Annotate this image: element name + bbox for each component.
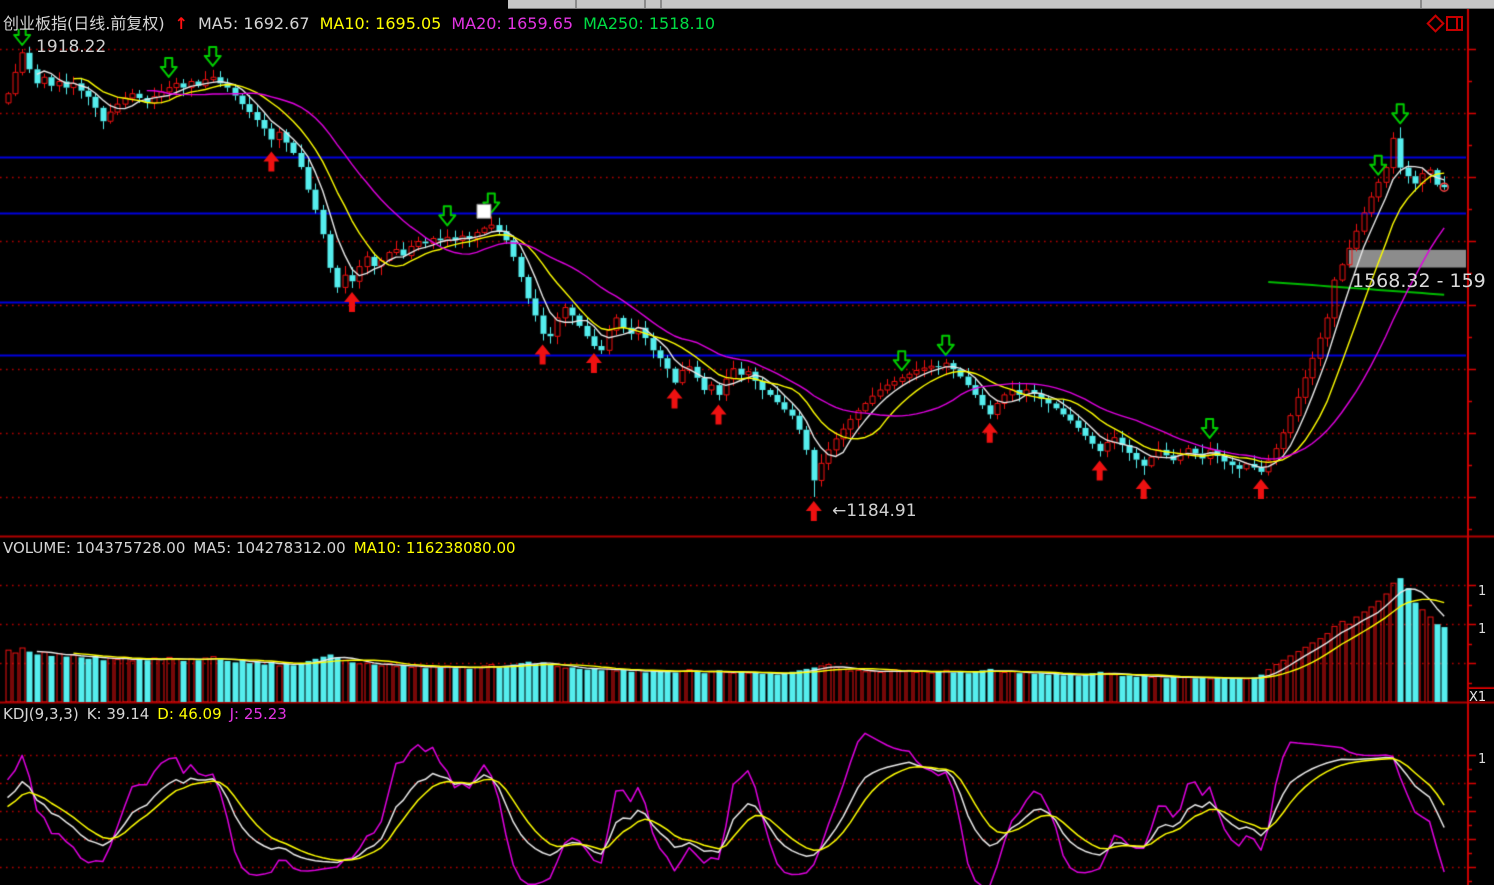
volume-axis-multiplier: X1	[1469, 688, 1494, 705]
volume-axis-label-1: 1	[1478, 584, 1486, 599]
volume-axis-label-2: 1	[1478, 622, 1486, 637]
kdj-pane-header: KDJ(9,3,3) K: 39.14 D: 46.09 J: 25.23	[3, 705, 295, 723]
window-toolbar-strip[interactable]	[508, 0, 1494, 9]
toolbar-divider	[644, 0, 646, 8]
split-window-icon[interactable]	[1446, 16, 1463, 31]
main-chart-header: 创业板指(日线.前复权) ↑ MA5: 1692.67 MA10: 1695.05 MA…	[3, 10, 725, 34]
ma10-readout: MA10: 1695.05	[320, 14, 442, 33]
ma20-readout: MA20: 1659.65	[451, 14, 573, 33]
ma250-readout: MA250: 1518.10	[583, 14, 715, 33]
kdj-indicator-name[interactable]: KDJ(9,3,3)	[3, 705, 79, 723]
volume-readout: VOLUME: 104375728.00	[3, 539, 185, 557]
toolbar-divider	[660, 0, 662, 8]
kdj-j-readout: J: 25.23	[230, 705, 287, 723]
stock-chart-window: 创业板指(日线.前复权) ↑ MA5: 1692.67 MA10: 1695.05 MA…	[0, 0, 1494, 885]
trend-up-arrow-icon: ↑	[175, 14, 188, 33]
split-window-icon-divider	[1456, 18, 1458, 29]
volume-pane-header: VOLUME: 104375728.00 MA5: 104278312.00 MA1…	[3, 539, 524, 557]
kdj-axis-label: 1	[1478, 752, 1486, 767]
kdj-d-readout: D: 46.09	[157, 705, 221, 723]
chart-canvas[interactable]	[0, 0, 1494, 885]
high-price-label: 1918.22	[36, 37, 106, 57]
gap-zone-label: 1568.32 - 159	[1352, 270, 1486, 292]
toolbar-divider	[575, 0, 577, 8]
ma5-readout: MA5: 1692.67	[198, 14, 310, 33]
kdj-k-readout: K: 39.14	[87, 705, 150, 723]
low-price-label: ←1184.91	[832, 501, 917, 521]
volume-ma5-readout: MA5: 104278312.00	[193, 539, 345, 557]
toolbar-divider	[1420, 0, 1422, 8]
instrument-title[interactable]: 创业板指(日线.前复权)	[3, 14, 165, 33]
volume-ma10-readout: MA10: 116238080.00	[354, 539, 516, 557]
